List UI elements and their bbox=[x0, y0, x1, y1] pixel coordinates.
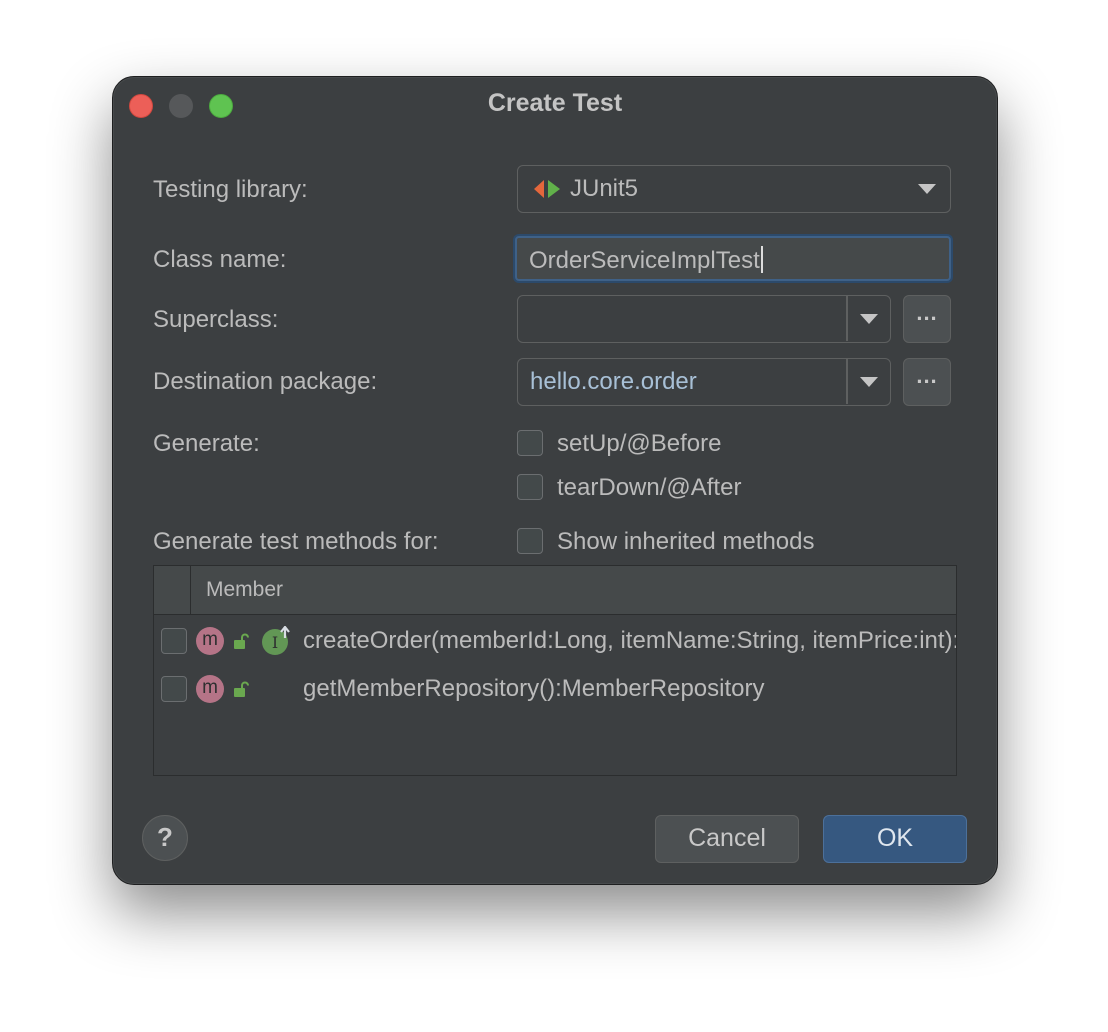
table-header: Member bbox=[154, 566, 956, 615]
members-table: Member m I createOrder(memberId:Long, it… bbox=[153, 565, 957, 776]
testing-library-value: JUnit5 bbox=[570, 175, 639, 202]
public-lock-icon bbox=[234, 681, 249, 697]
text-caret bbox=[760, 246, 763, 273]
chevron-down-icon[interactable] bbox=[860, 377, 878, 387]
generate-label: Generate: bbox=[153, 430, 260, 457]
setup-checkbox[interactable] bbox=[517, 430, 543, 456]
destination-package-label: Destination package: bbox=[153, 368, 378, 395]
chevron-down-icon[interactable] bbox=[860, 314, 878, 324]
dialog-title: Create Test bbox=[487, 89, 623, 117]
superclass-combo[interactable] bbox=[517, 295, 891, 343]
method-icon: m bbox=[196, 627, 224, 655]
chevron-down-icon bbox=[918, 184, 936, 194]
combo-divider bbox=[846, 359, 848, 404]
member-signature: createOrder(memberId:Long, itemName:Stri… bbox=[303, 627, 956, 654]
superclass-browse-button[interactable]: ... bbox=[903, 295, 951, 343]
member-signature: getMemberRepository():MemberRepository bbox=[303, 675, 765, 702]
show-inherited-label[interactable]: Show inherited methods bbox=[557, 528, 814, 556]
combo-divider bbox=[846, 296, 848, 341]
superclass-label: Superclass: bbox=[153, 306, 279, 333]
testing-library-label: Testing library: bbox=[153, 176, 308, 203]
public-lock-icon bbox=[234, 633, 249, 649]
setup-checkbox-label[interactable]: setUp/@Before bbox=[557, 430, 721, 458]
row-checkbox[interactable] bbox=[161, 676, 187, 702]
teardown-checkbox-label[interactable]: tearDown/@After bbox=[557, 474, 741, 502]
ok-button[interactable]: OK bbox=[823, 815, 967, 863]
destination-package-browse-button[interactable]: ... bbox=[903, 358, 951, 406]
junit-icon bbox=[534, 180, 560, 198]
help-button[interactable]: ? bbox=[142, 815, 188, 861]
class-name-input[interactable]: OrderServiceImplTest bbox=[515, 236, 951, 281]
implements-method-icon: I bbox=[262, 626, 290, 655]
svg-text:I: I bbox=[272, 633, 278, 652]
row-checkbox[interactable] bbox=[161, 628, 187, 654]
destination-package-combo[interactable]: hello.core.order bbox=[517, 358, 891, 406]
testing-library-dropdown[interactable]: JUnit5 bbox=[517, 165, 951, 213]
class-name-value: OrderServiceImplTest bbox=[529, 247, 760, 274]
member-column-header[interactable]: Member bbox=[206, 578, 283, 602]
cancel-button[interactable]: Cancel bbox=[655, 815, 799, 863]
checkbox-column-header[interactable] bbox=[154, 566, 191, 614]
destination-package-value: hello.core.order bbox=[530, 368, 697, 395]
table-row[interactable]: m I createOrder(memberId:Long, itemName:… bbox=[154, 617, 956, 665]
teardown-checkbox[interactable] bbox=[517, 474, 543, 500]
method-icon: m bbox=[196, 675, 224, 703]
show-inherited-checkbox[interactable] bbox=[517, 528, 543, 554]
table-row[interactable]: m getMemberRepository():MemberRepository bbox=[154, 665, 956, 713]
class-name-label: Class name: bbox=[153, 246, 287, 273]
create-test-dialog: Create Test Testing library: JUnit5 Clas… bbox=[112, 76, 998, 885]
methods-for-label: Generate test methods for: bbox=[153, 528, 439, 555]
